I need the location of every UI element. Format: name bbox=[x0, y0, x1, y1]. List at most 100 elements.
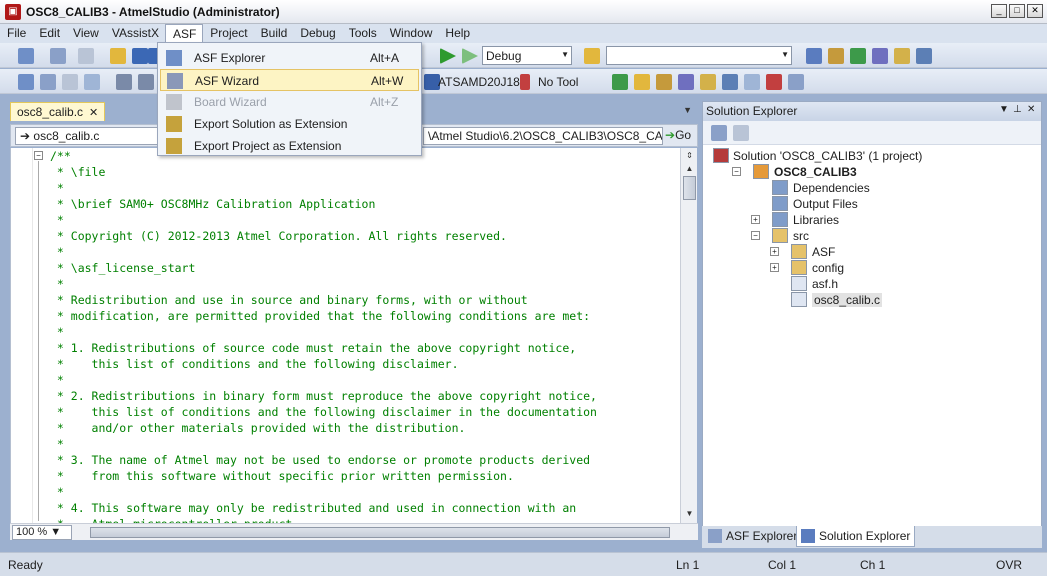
open-folder-icon[interactable] bbox=[110, 48, 126, 64]
horizontal-scroll-thumb[interactable] bbox=[90, 527, 670, 538]
start-debugging-icon[interactable] bbox=[440, 48, 456, 64]
collapse-icon[interactable]: − bbox=[751, 231, 760, 240]
code-line: * \brief SAM0+ OSC8MHz Calibration Appli… bbox=[50, 197, 376, 211]
tree-node-label: ASF bbox=[812, 245, 836, 259]
check-icon[interactable] bbox=[612, 74, 628, 90]
asf-menu-shortcut: Alt+W bbox=[371, 74, 404, 88]
code-lines: /** * \file * * \brief SAM0+ OSC8MHz Cal… bbox=[50, 148, 597, 523]
bookmark-icon[interactable] bbox=[656, 74, 672, 90]
status-bar: Ready Ln 1 Col 1 Ch 1 OVR bbox=[0, 552, 1047, 576]
solution-explorer-icon[interactable] bbox=[806, 48, 822, 64]
tool-label[interactable]: No Tool bbox=[538, 75, 578, 89]
refactor-icon[interactable] bbox=[678, 74, 694, 90]
menu-file[interactable]: File bbox=[0, 24, 32, 43]
show-all-files-icon[interactable] bbox=[733, 125, 749, 141]
menu-tools[interactable]: Tools bbox=[342, 24, 383, 43]
find-in-files-icon[interactable] bbox=[584, 48, 600, 64]
window-title: OSC8_CALIB3 - AtmelStudio (Administrator… bbox=[26, 5, 280, 19]
close-tab-icon[interactable]: ✕ bbox=[89, 107, 98, 119]
app-icon: ▣ bbox=[5, 4, 21, 20]
quick-info-icon[interactable] bbox=[62, 74, 78, 90]
minimize-button[interactable]: _ bbox=[991, 4, 1007, 18]
device-label[interactable]: ATSAMD20J18 bbox=[438, 75, 520, 89]
find-symbol-icon[interactable] bbox=[722, 74, 738, 90]
configuration-select[interactable]: Debug ▼ bbox=[482, 46, 572, 65]
scroll-down-icon[interactable]: ▼ bbox=[683, 508, 696, 520]
file-nav-combo[interactable]: ➔ osc8_calib.c bbox=[15, 127, 165, 145]
extension-manager-icon[interactable] bbox=[894, 48, 910, 64]
properties-icon[interactable] bbox=[711, 125, 727, 141]
asf-menu-shortcut: Alt+A bbox=[370, 51, 400, 65]
close-button[interactable]: ✕ bbox=[1027, 4, 1043, 18]
save-icon[interactable] bbox=[132, 48, 148, 64]
code-area[interactable]: − /** * \file * * \brief SAM0+ OSC8MHz C… bbox=[10, 148, 680, 523]
options-icon[interactable] bbox=[788, 74, 804, 90]
add-item-icon[interactable] bbox=[50, 48, 66, 64]
pin-icon[interactable]: ⊥ bbox=[1013, 104, 1022, 115]
asf-menu-item-asf-wizard[interactable]: ASF Wizard Alt+W bbox=[160, 69, 419, 91]
display-object-icon[interactable] bbox=[18, 74, 34, 90]
menu-project[interactable]: Project bbox=[203, 24, 253, 43]
expand-icon[interactable]: + bbox=[770, 263, 779, 272]
code-line: * 4. This software may only be redistrib… bbox=[50, 501, 577, 515]
folder-icon[interactable] bbox=[634, 74, 650, 90]
document-tab[interactable]: osc8_calib.c ✕ bbox=[10, 102, 106, 121]
asf-menu-label: Export Solution as Extension bbox=[194, 117, 348, 131]
menu-help[interactable]: Help bbox=[438, 24, 476, 43]
split-icon[interactable]: ⇕ bbox=[683, 150, 696, 162]
code-line: * 3. The name of Atmel may not be used t… bbox=[50, 453, 591, 467]
zoom-select[interactable]: 100 % ▼ bbox=[12, 525, 72, 540]
outdent-icon[interactable] bbox=[138, 74, 154, 90]
asf-menu-item-asf-explorer[interactable]: ASF Explorer Alt+A bbox=[160, 47, 419, 69]
menu-build[interactable]: Build bbox=[254, 24, 294, 43]
add-existing-icon[interactable] bbox=[78, 48, 94, 64]
path-nav-combo[interactable]: \Atmel Studio\6.2\OSC8_CALIB3\OSC8_CALIE… bbox=[423, 127, 663, 145]
search-icon bbox=[166, 50, 182, 66]
tab-asf-explorer[interactable]: ASF Explorer bbox=[704, 526, 801, 547]
toolbox-icon[interactable] bbox=[850, 48, 866, 64]
menu-asf[interactable]: ASF bbox=[164, 24, 204, 43]
command-window-icon[interactable] bbox=[916, 48, 932, 64]
panel-menu-icon[interactable]: ▼ bbox=[999, 104, 1009, 115]
code-line: * this list of conditions and the follow… bbox=[50, 405, 597, 419]
expand-icon[interactable]: + bbox=[751, 215, 760, 224]
tab-solution-explorer[interactable]: Solution Explorer bbox=[796, 526, 916, 547]
solution-explorer-header: Solution Explorer ▼ ⊥ ✕ bbox=[703, 102, 1041, 121]
parameter-info-icon[interactable] bbox=[40, 74, 56, 90]
menu-debug[interactable]: Debug bbox=[293, 24, 341, 43]
collapse-icon[interactable]: − bbox=[34, 151, 43, 160]
code-line: * Redistribution and use in source and b… bbox=[50, 293, 528, 307]
horizontal-scrollbar[interactable]: 100 % ▼ bbox=[10, 523, 698, 540]
go-button[interactable]: ➔Go bbox=[663, 127, 695, 145]
properties-icon[interactable] bbox=[828, 48, 844, 64]
menu-window[interactable]: Window bbox=[383, 24, 439, 43]
asf-menu-item-export-project-as-extension[interactable]: Export Project as Extension bbox=[160, 135, 419, 157]
scroll-up-icon[interactable]: ▲ bbox=[683, 163, 696, 175]
wizard-icon bbox=[167, 73, 183, 89]
new-project-icon[interactable] bbox=[18, 48, 34, 64]
brace-icon[interactable] bbox=[744, 74, 760, 90]
tab-dropdown-icon[interactable]: ▼ bbox=[683, 105, 692, 115]
menu-view[interactable]: View bbox=[66, 24, 105, 43]
asf-menu-label: Export Project as Extension bbox=[194, 139, 342, 153]
panel-close-icon[interactable]: ✕ bbox=[1027, 104, 1035, 115]
menu-edit[interactable]: Edit bbox=[32, 24, 66, 43]
vertical-scrollbar[interactable]: ⇕ ▲ ▼ bbox=[680, 148, 697, 523]
code-line: * bbox=[50, 277, 64, 291]
collapse-icon[interactable]: − bbox=[732, 167, 741, 176]
object-browser-icon[interactable] bbox=[872, 48, 888, 64]
find-combo[interactable]: ▼ bbox=[606, 46, 792, 65]
panel-tabs: ASF Explorer Solution Explorer bbox=[702, 526, 1042, 548]
goto-icon[interactable] bbox=[700, 74, 716, 90]
menu-vassistx[interactable]: VAssistX bbox=[105, 24, 165, 43]
expand-icon[interactable]: + bbox=[770, 247, 779, 256]
tree-node-label: asf.h bbox=[812, 277, 839, 291]
indent-icon[interactable] bbox=[116, 74, 132, 90]
start-without-debugging-icon[interactable] bbox=[462, 48, 478, 64]
maximize-button[interactable]: □ bbox=[1009, 4, 1025, 18]
complete-word-icon[interactable] bbox=[84, 74, 100, 90]
menu-bar: File Edit View VAssistX ASF Project Buil… bbox=[0, 24, 1047, 43]
scroll-thumb[interactable] bbox=[683, 176, 696, 200]
asf-menu-item-export-solution-as-extension[interactable]: Export Solution as Extension bbox=[160, 113, 419, 135]
spell-check-icon[interactable] bbox=[766, 74, 782, 90]
